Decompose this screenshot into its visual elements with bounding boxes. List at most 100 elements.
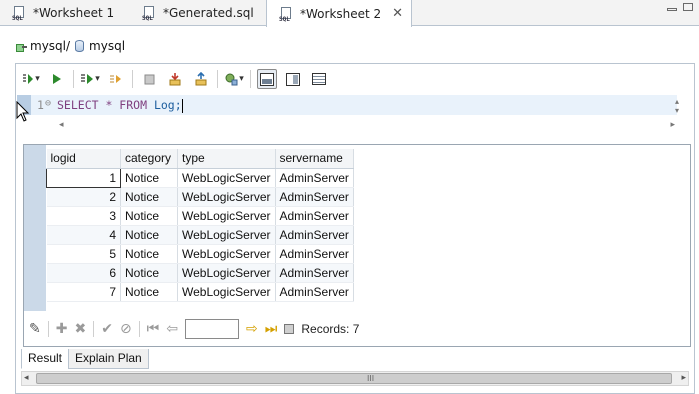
editor-toolbar <box>21 67 329 91</box>
cell-servername[interactable]: AdminServer <box>275 263 354 283</box>
cell-type[interactable]: WebLogicServer <box>177 282 276 302</box>
cell-logid[interactable]: 5 <box>46 244 121 264</box>
editor-horizontal-scroll[interactable]: ◂ ▸ <box>57 119 677 133</box>
scroll-left-icon[interactable]: ◂ <box>24 373 29 383</box>
cell-servername[interactable]: AdminServer <box>275 168 354 188</box>
add-row-icon[interactable]: ✚ <box>56 321 68 337</box>
cell-logid[interactable]: 7 <box>46 282 121 302</box>
connection-path[interactable]: mysql/ <box>30 39 70 53</box>
cell-category[interactable]: Notice <box>120 225 178 245</box>
format-dropdown-icon[interactable] <box>224 69 244 89</box>
cell-servername[interactable]: AdminServer <box>275 225 354 245</box>
editor-vertical-scroll[interactable]: ▴ ▾ <box>675 97 679 115</box>
maximize-icon[interactable] <box>683 3 693 11</box>
cell-logid[interactable]: 1 <box>46 167 121 188</box>
cell-logid[interactable]: 3 <box>46 206 121 226</box>
toolbar-separator <box>73 70 74 88</box>
table-row[interactable]: 4 Notice WebLogicServer AdminServer <box>46 225 354 245</box>
cell-servername[interactable]: AdminServer <box>275 187 354 207</box>
sql-editor-frame: 1 ⊖ SELECT * FROM Log; ▴▾ ◂ ▸ logid cate… <box>15 63 695 394</box>
cell-logid[interactable]: 4 <box>46 225 121 245</box>
cell-category[interactable]: Notice <box>120 187 178 207</box>
header-row: logid category type servername <box>46 149 354 169</box>
previous-page-icon[interactable]: ⇦ <box>166 321 178 337</box>
page-number-input[interactable] <box>185 319 240 339</box>
cell-servername[interactable]: AdminServer <box>275 244 354 264</box>
fold-icon[interactable]: ⊖ <box>45 98 51 109</box>
scroll-right-icon[interactable]: ▸ <box>681 373 686 383</box>
cell-type[interactable]: WebLogicServer <box>177 244 276 264</box>
connection-breadcrumb: mysql/ mysql <box>16 38 125 54</box>
cell-type[interactable]: WebLogicServer <box>177 225 276 245</box>
cell-category[interactable]: Notice <box>120 282 178 302</box>
table-row[interactable]: 6 Notice WebLogicServer AdminServer <box>46 263 354 283</box>
cell-logid[interactable]: 6 <box>46 263 121 283</box>
tab-explain-plan[interactable]: Explain Plan <box>68 349 149 369</box>
edit-pencil-icon[interactable]: ✎ <box>29 321 41 337</box>
cell-logid[interactable]: 2 <box>46 187 121 207</box>
cell-type[interactable]: WebLogicServer <box>177 187 276 207</box>
scrollbar-thumb[interactable]: III <box>36 373 672 384</box>
table-row[interactable]: 3 Notice WebLogicServer AdminServer <box>46 206 354 226</box>
sql-file-icon: SQL <box>279 6 295 23</box>
export-icon[interactable] <box>191 69 211 89</box>
stop-icon[interactable] <box>139 69 159 89</box>
run-icon[interactable] <box>47 69 67 89</box>
import-icon[interactable] <box>165 69 185 89</box>
explain-dropdown-icon[interactable] <box>80 69 100 89</box>
close-icon[interactable]: ✕ <box>392 6 403 21</box>
minimize-icon[interactable] <box>667 8 677 11</box>
toolbar-separator <box>217 70 218 88</box>
results-horizontal-scrollbar[interactable]: ◂ III ▸ <box>21 371 689 386</box>
cell-type[interactable]: WebLogicServer <box>177 263 276 283</box>
tab-generated-sql[interactable]: SQL *Generated.sql <box>130 0 254 26</box>
layout-horizontal-icon[interactable] <box>257 69 277 89</box>
next-page-icon[interactable]: ⇨ <box>246 321 258 337</box>
sql-editor[interactable]: 1 ⊖ SELECT * FROM Log; <box>17 95 677 115</box>
rollback-icon[interactable]: ⊘ <box>120 321 132 337</box>
layout-grid-icon[interactable] <box>309 69 329 89</box>
tab-worksheet-1[interactable]: SQL *Worksheet 1 <box>0 0 114 26</box>
tab-result[interactable]: Result <box>21 349 70 369</box>
cell-type[interactable]: WebLogicServer <box>177 206 276 226</box>
cell-servername[interactable]: AdminServer <box>275 206 354 226</box>
column-header-servername[interactable]: servername <box>275 149 354 169</box>
column-header-type[interactable]: type <box>177 149 276 169</box>
stop-fetch-icon[interactable] <box>284 324 295 334</box>
run-dropdown-icon[interactable] <box>21 69 41 89</box>
toolbar-separator <box>138 321 140 337</box>
layout-vertical-icon[interactable] <box>283 69 303 89</box>
tab-worksheet-2[interactable]: SQL *Worksheet 2 ✕ <box>266 0 413 27</box>
cell-category[interactable]: Notice <box>120 244 178 264</box>
scroll-left-icon[interactable]: ◂ <box>59 120 64 130</box>
cell-category[interactable]: Notice <box>120 206 178 226</box>
cell-category[interactable]: Notice <box>120 263 178 283</box>
cell-type[interactable]: WebLogicServer <box>177 168 276 188</box>
first-page-icon[interactable]: ⏮ <box>147 321 160 337</box>
results-grid[interactable]: logid category type servername 1 Notice … <box>46 149 354 302</box>
results-panel: logid category type servername 1 Notice … <box>23 144 691 347</box>
records-count: Records: 7 <box>301 322 360 336</box>
table-row[interactable]: 7 Notice WebLogicServer AdminServer <box>46 282 354 302</box>
cell-servername[interactable]: AdminServer <box>275 282 354 302</box>
sql-table-name: Log; <box>153 98 182 112</box>
table-row[interactable]: 1 Notice WebLogicServer AdminServer <box>46 167 354 188</box>
cell-category[interactable]: Notice <box>120 168 178 188</box>
commit-icon[interactable]: ✔ <box>101 321 113 337</box>
delete-row-icon[interactable]: ✖ <box>74 321 86 337</box>
toolbar-separator <box>132 70 133 88</box>
database-icon <box>75 40 85 52</box>
line-number: 1 <box>37 98 44 112</box>
last-page-icon[interactable]: ⏭ <box>265 321 278 337</box>
table-row[interactable]: 2 Notice WebLogicServer AdminServer <box>46 187 354 207</box>
sql-statement[interactable]: SELECT * FROM Log; <box>57 98 183 113</box>
column-header-logid[interactable]: logid <box>46 149 121 169</box>
step-icon[interactable] <box>106 69 126 89</box>
results-navigation-bar: ✎ ✚ ✖ ✔ ⊘ ⏮ ⇦ ⇨ ⏭ Records: 7 <box>29 318 359 340</box>
scroll-right-icon[interactable]: ▸ <box>670 120 675 130</box>
column-header-category[interactable]: category <box>120 149 178 169</box>
table-row[interactable]: 5 Notice WebLogicServer AdminServer <box>46 244 354 264</box>
sql-file-icon: SQL <box>142 6 158 22</box>
connection-db[interactable]: mysql <box>89 39 125 53</box>
mouse-pointer-icon <box>16 101 30 122</box>
